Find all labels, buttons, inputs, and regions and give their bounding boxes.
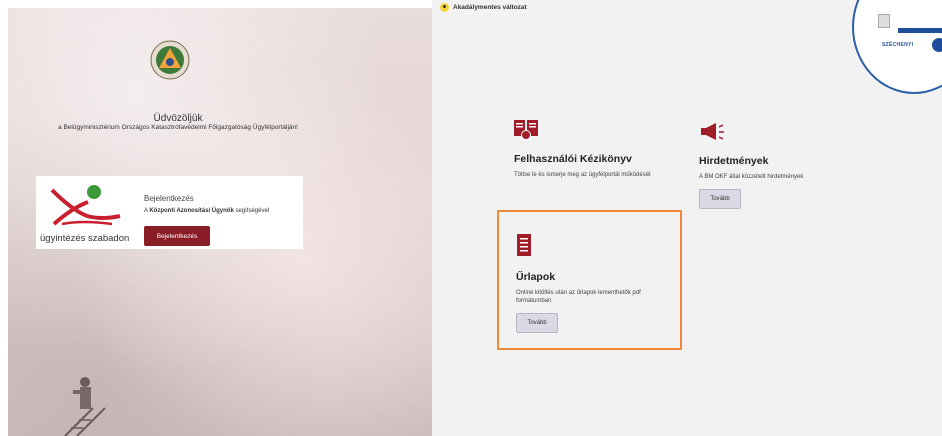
katasztrofavedelem-emblem-icon [150,40,190,80]
kau-logo-icon [50,185,121,226]
kau-login-card: ügyintézés szabadon Bejelentkezés A Közp… [36,176,303,249]
forms-title: Űrlapok [516,271,556,283]
manual-description: Töltse le és ismerje meg az ügyfélportál… [514,172,651,178]
forms-more-button[interactable]: Tovább [516,313,558,333]
login-panel: Üdvözöljük a Belügyminisztérium Országos… [8,8,432,436]
services-panel: Akadálymentes változat SZÉCHENYI Felhasz… [432,0,942,436]
login-button[interactable]: Bejelentkezés [144,226,210,246]
forms-card: Űrlapok Online kitöltés után az űrlapok … [516,234,666,333]
manual-book-icon [514,120,538,140]
notices-card: Hirdetmények A BM OKF által közzétett hi… [699,122,849,209]
login-title: Bejelentkezés [144,194,194,203]
kau-logo-text: ügyintézés szabadon [40,233,130,244]
accessibility-label: Akadálymentes változat [453,4,527,11]
notices-description: A BM OKF által közzétett hirdetmények [699,174,804,180]
welcome-subtitle: a Belügyminisztérium Országos Katasztróf… [58,124,298,131]
welcome-title: Üdvözöljük [153,113,203,124]
accessibility-icon [440,3,449,12]
szechenyi-badge: SZÉCHENYI [852,0,942,94]
manual-title: Felhasználói Kézikönyv [514,153,632,165]
forms-description: Online kitöltés után az űrlapok lementhe… [516,290,641,304]
notices-title: Hirdetmények [699,155,769,167]
login-subtitle: A Központi Azonosítási Ügynök segítségév… [144,208,270,214]
notices-more-button[interactable]: Tovább [699,189,741,209]
szechenyi-label: SZÉCHENYI [882,42,914,48]
firefighter-silhouette-icon [64,377,106,436]
hungarian-coat-of-arms-icon [878,14,890,28]
megaphone-icon [701,123,724,140]
accessibility-link[interactable]: Akadálymentes változat [440,3,527,12]
eu-funding-strip [898,28,942,33]
manual-card[interactable]: Felhasználói Kézikönyv Töltse le és isme… [514,120,664,179]
szechenyi-logo-icon [932,38,942,52]
form-document-icon [517,234,531,256]
